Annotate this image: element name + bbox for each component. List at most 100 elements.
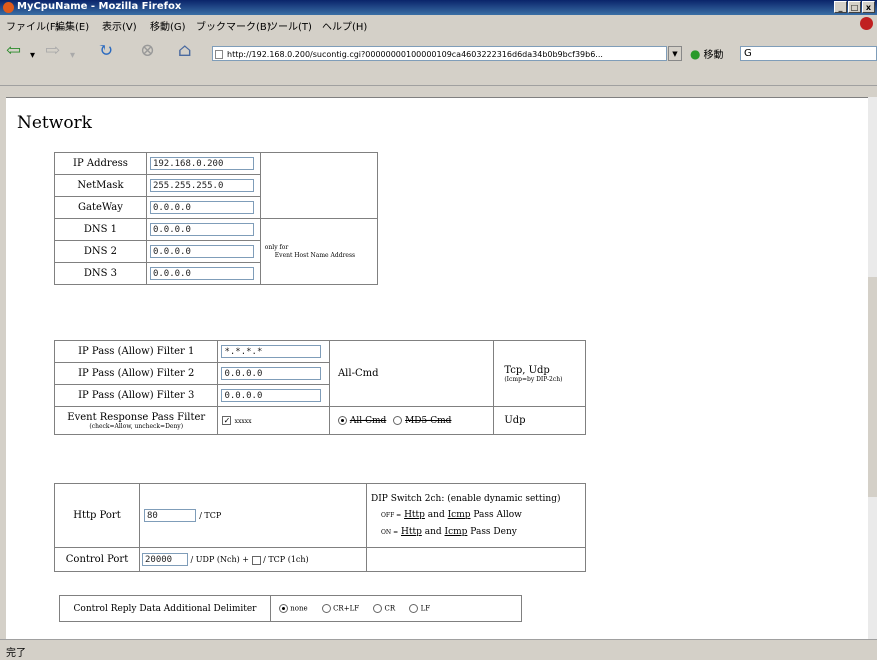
tcp-udp-cell: Tcp, Udp (Icmp=by DIP-2ch)	[493, 340, 586, 407]
netmask-input[interactable]: 255.255.255.0	[149, 179, 254, 192]
dns2-label: DNS 2	[54, 240, 147, 263]
dip-on-rest: Pass Deny	[470, 526, 517, 537]
menu-edit[interactable]: 編集(E)	[55, 18, 89, 33]
delimiter-table: Control Reply Data Additional Delimiter …	[59, 595, 522, 622]
http-port-suffix: / TCP	[199, 511, 222, 520]
all-cmd-label: All-Cmd	[328, 340, 495, 407]
stop-icon[interactable]: ⊗	[140, 41, 155, 61]
control-port-input[interactable]: 20000	[142, 553, 188, 566]
dip-off-rest: Pass Allow	[473, 509, 522, 520]
md5-cmd-radio-label: MD5-Cmd	[405, 415, 452, 426]
tcp-udp-note: (Icmp=by DIP-2ch)	[504, 375, 563, 383]
go-icon: ●	[690, 47, 701, 61]
window-titlebar: MyCpuName - Mozilla Firefox _ □ x	[0, 0, 877, 15]
address-url: http://192.168.0.200/sucontig.cgi?000000…	[227, 50, 603, 59]
dip-off-http: Http	[404, 509, 425, 520]
menu-tools[interactable]: ツール(T)	[268, 18, 312, 33]
scrollbar-thumb[interactable]	[868, 277, 877, 497]
event-filter-checkbox[interactable]: ✓	[222, 416, 232, 425]
dip-on-http: Http	[400, 526, 422, 537]
event-filter-note: (check=Allow, uncheck=Deny)	[89, 422, 184, 430]
status-text: 完了	[6, 648, 26, 659]
back-icon[interactable]: ⇦	[6, 41, 21, 61]
filter1-input[interactable]: *.*.*.*	[221, 345, 322, 358]
navigation-toolbar: ⇦ ▾ ⇨ ▾ ↻ ⊗ ⌂ http://192.168.0.200/sucon…	[0, 33, 877, 86]
filter2-label: IP Pass (Allow) Filter 2	[53, 362, 219, 385]
forward-icon[interactable]: ⇨	[45, 41, 60, 61]
minimize-button[interactable]: _	[834, 1, 847, 13]
netmask-label: NetMask	[54, 174, 147, 197]
filter3-input[interactable]: 0.0.0.0	[221, 389, 322, 402]
page-icon	[215, 50, 223, 59]
status-bar: 完了	[0, 639, 877, 660]
control-port-plus: +	[242, 555, 249, 564]
dip-off-icmp: Icmp	[447, 509, 471, 520]
menu-go[interactable]: 移動(G)	[150, 18, 186, 33]
page-content: Network IP Address 192.168.0.200 NetMask…	[6, 97, 868, 640]
event-filter-label: Event Response Pass Filter	[67, 411, 206, 423]
dns1-label: DNS 1	[54, 218, 147, 241]
http-port-input[interactable]: 80	[144, 509, 196, 522]
dip-on-prefix: ON =	[381, 528, 399, 536]
ip-address-label: IP Address	[54, 152, 147, 175]
event-filter-cell: Event Response Pass Filter (check=Allow,…	[53, 406, 219, 435]
filter2-input[interactable]: 0.0.0.0	[221, 367, 322, 380]
filter3-label: IP Pass (Allow) Filter 3	[53, 384, 219, 407]
control-port-tcp: / TCP (1ch)	[263, 555, 309, 564]
delimiter-label: Control Reply Data Additional Delimiter	[59, 595, 271, 622]
dns-note-line1: only for	[264, 243, 289, 251]
delimiter-cr-radio[interactable]	[373, 604, 383, 613]
filter1-label: IP Pass (Allow) Filter 1	[53, 340, 219, 363]
back-dropdown-icon[interactable]: ▾	[30, 46, 35, 66]
control-port-tcp-checkbox[interactable]	[251, 555, 261, 565]
dns2-input[interactable]: 0.0.0.0	[149, 245, 254, 258]
home-icon[interactable]: ⌂	[178, 41, 192, 61]
event-filter-check-label: xxxxx	[234, 418, 252, 425]
search-engine-icon: G	[744, 48, 752, 59]
delimiter-crlf-radio[interactable]	[321, 604, 331, 613]
gateway-input[interactable]: 0.0.0.0	[149, 201, 254, 214]
dns3-input[interactable]: 0.0.0.0	[149, 267, 254, 280]
firefox-icon	[3, 2, 14, 13]
ports-table: Http Port 80 / TCP DIP Switch 2ch: (enab…	[54, 483, 586, 572]
ip-address-input[interactable]: 192.168.0.200	[149, 157, 254, 170]
address-dropdown-button[interactable]: ▼	[668, 46, 682, 61]
menu-view[interactable]: 表示(V)	[102, 18, 137, 33]
delimiter-none-label: none	[290, 604, 308, 613]
filter-table: IP Pass (Allow) Filter 1 *.*.*.* All-Cmd…	[53, 340, 586, 435]
dip-switch-title: DIP Switch 2ch: (enable dynamic setting)	[371, 493, 561, 504]
delimiter-lf-radio[interactable]	[409, 604, 419, 613]
network-table: IP Address 192.168.0.200 NetMask 255.255…	[54, 152, 379, 285]
go-button[interactable]: ● 移動	[690, 46, 723, 61]
delimiter-none-radio[interactable]	[279, 604, 288, 613]
dip-switch-cell: DIP Switch 2ch: (enable dynamic setting)…	[366, 483, 586, 548]
go-label: 移動	[703, 50, 724, 61]
throbber-icon	[860, 17, 873, 30]
all-cmd-radio-label: All-Cmd	[349, 415, 387, 426]
md5-cmd-radio[interactable]	[393, 415, 403, 425]
window-controls: _ □ x	[834, 1, 875, 13]
menu-bar: ファイル(F) 編集(E) 表示(V) 移動(G) ブックマーク(B) ツール(…	[0, 15, 877, 33]
delimiter-lf-label: LF	[420, 604, 431, 613]
page-title: Network	[17, 113, 92, 133]
menu-file[interactable]: ファイル(F)	[6, 18, 60, 33]
all-cmd-radio[interactable]	[337, 415, 347, 425]
forward-dropdown-icon[interactable]: ▾	[70, 46, 75, 66]
tcp-udp-label: Tcp, Udp	[504, 364, 550, 376]
maximize-button[interactable]: □	[848, 1, 861, 13]
control-port-label: Control Port	[54, 547, 140, 572]
reload-icon[interactable]: ↻	[98, 41, 113, 61]
udp-label: Udp	[493, 406, 586, 435]
close-button[interactable]: x	[862, 1, 875, 13]
dns-note: only for Event Host Name Address	[259, 218, 379, 285]
address-bar[interactable]: http://192.168.0.200/sucontig.cgi?000000…	[212, 46, 667, 61]
menu-bookmarks[interactable]: ブックマーク(B)	[196, 18, 271, 33]
menu-help[interactable]: ヘルプ(H)	[322, 18, 367, 33]
dns-note-line2: Event Host Name Address	[274, 251, 356, 259]
dns1-input[interactable]: 0.0.0.0	[149, 223, 254, 236]
dns3-label: DNS 3	[54, 262, 147, 285]
page-scrollbar[interactable]	[868, 97, 877, 639]
dip-off-prefix: OFF =	[381, 511, 402, 519]
window-title: MyCpuName - Mozilla Firefox	[17, 1, 182, 12]
search-input[interactable]: G	[740, 46, 877, 61]
